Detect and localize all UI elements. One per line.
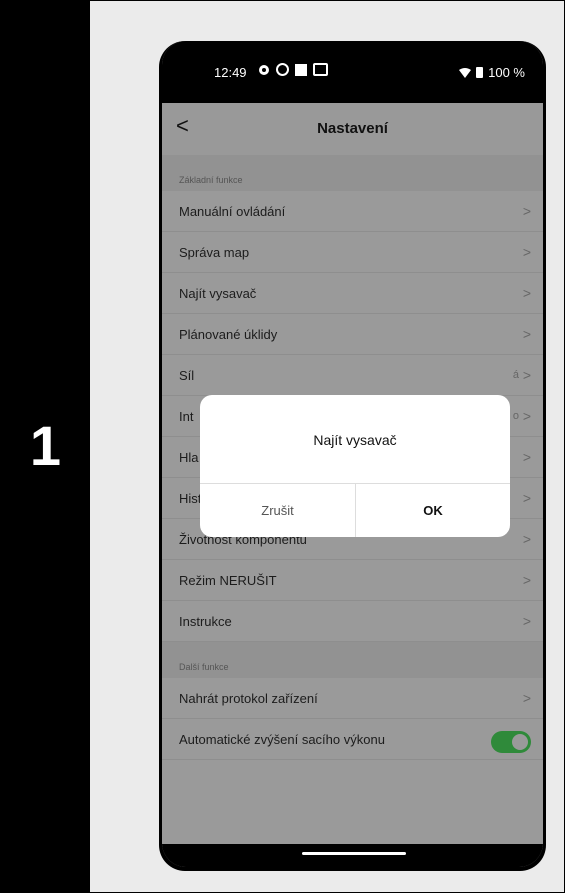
battery-percent: 100 % bbox=[488, 65, 525, 80]
phone-screen: 12:49 100 % < Nastavení Základní funkce … bbox=[162, 41, 543, 867]
dialog-title: Najít vysavač bbox=[313, 432, 397, 448]
settings-item-auto-suction-boost: Automatické zvýšení sacího výkonu bbox=[162, 719, 543, 760]
settings-item-instructions[interactable]: Instrukce > bbox=[162, 601, 543, 642]
chevron-right-icon: > bbox=[522, 690, 531, 706]
item-label: Správa map bbox=[179, 245, 250, 260]
chevron-right-icon: > bbox=[522, 408, 531, 424]
item-value: o bbox=[512, 410, 519, 422]
settings-item-manual-control[interactable]: Manuální ovládání > bbox=[162, 191, 543, 232]
section-header: Základní funkce bbox=[162, 155, 543, 191]
settings-item-scheduled-cleaning[interactable]: Plánované úklidy > bbox=[162, 314, 543, 355]
settings-item-dnd-mode[interactable]: Režim NERUŠIT > bbox=[162, 560, 543, 601]
item-label: Nahrát protokol zařízení bbox=[179, 691, 318, 706]
app-header: < Nastavení bbox=[162, 103, 543, 155]
square-icon bbox=[295, 63, 307, 76]
item-label: Najít vysavač bbox=[179, 286, 257, 301]
chevron-right-icon: > bbox=[522, 244, 531, 260]
item-label: Instrukce bbox=[179, 614, 232, 629]
settings-item-map-management[interactable]: Správa map > bbox=[162, 232, 543, 273]
step-bar: 1 bbox=[1, 1, 90, 892]
chevron-right-icon: > bbox=[522, 531, 531, 547]
item-label: Hla bbox=[179, 450, 199, 465]
gesture-bar-area bbox=[162, 844, 543, 867]
chevron-right-icon: > bbox=[522, 613, 531, 629]
step-number: 1 bbox=[29, 414, 62, 477]
cancel-button[interactable]: Zrušit bbox=[200, 483, 355, 537]
instruction-frame: 1 12:49 100 % < Nastavení Základní funkc… bbox=[0, 0, 565, 893]
settings-item-find-vacuum[interactable]: Najít vysavač > bbox=[162, 273, 543, 314]
chevron-right-icon: > bbox=[522, 572, 531, 588]
find-vacuum-dialog: Najít vysavač Zrušit OK bbox=[200, 395, 510, 537]
chevron-right-icon: > bbox=[522, 285, 531, 301]
ok-button[interactable]: OK bbox=[356, 483, 510, 537]
battery-icon bbox=[476, 67, 484, 78]
item-label: Síl bbox=[179, 368, 195, 383]
item-label: Manuální ovládání bbox=[179, 204, 286, 219]
toggle-knob bbox=[512, 734, 528, 750]
wifi-icon bbox=[459, 67, 472, 78]
phone-frame: 12:49 100 % < Nastavení Základní funkce … bbox=[159, 41, 546, 871]
settings-item-upload-log[interactable]: Nahrát protokol zařízení > bbox=[162, 678, 543, 719]
section-header: Další funkce bbox=[162, 642, 543, 678]
item-label: Automatické zvýšení sacího výkonu bbox=[179, 732, 385, 747]
item-label: Režim NERUŠIT bbox=[179, 573, 277, 588]
status-system-icons: 100 % bbox=[459, 65, 525, 80]
status-bar: 12:49 100 % bbox=[162, 41, 543, 103]
settings-item-suction[interactable]: Síl á > bbox=[162, 355, 543, 396]
card-icon bbox=[313, 63, 328, 76]
item-label: Int bbox=[179, 409, 194, 424]
chevron-right-icon: > bbox=[522, 203, 531, 219]
chevron-right-icon: > bbox=[522, 449, 531, 465]
page-title: Nastavení bbox=[317, 120, 388, 137]
status-notification-icons bbox=[258, 63, 328, 76]
status-time: 12:49 bbox=[214, 65, 247, 80]
home-indicator[interactable] bbox=[302, 852, 406, 855]
fan-icon bbox=[259, 64, 269, 75]
suction-boost-toggle[interactable] bbox=[491, 731, 531, 753]
item-value: á bbox=[512, 369, 519, 381]
chevron-right-icon: > bbox=[522, 367, 531, 383]
chevron-right-icon: > bbox=[522, 326, 531, 342]
chevron-right-icon: > bbox=[522, 490, 531, 506]
item-label: Plánované úklidy bbox=[179, 327, 278, 342]
circle-icon bbox=[276, 63, 289, 76]
